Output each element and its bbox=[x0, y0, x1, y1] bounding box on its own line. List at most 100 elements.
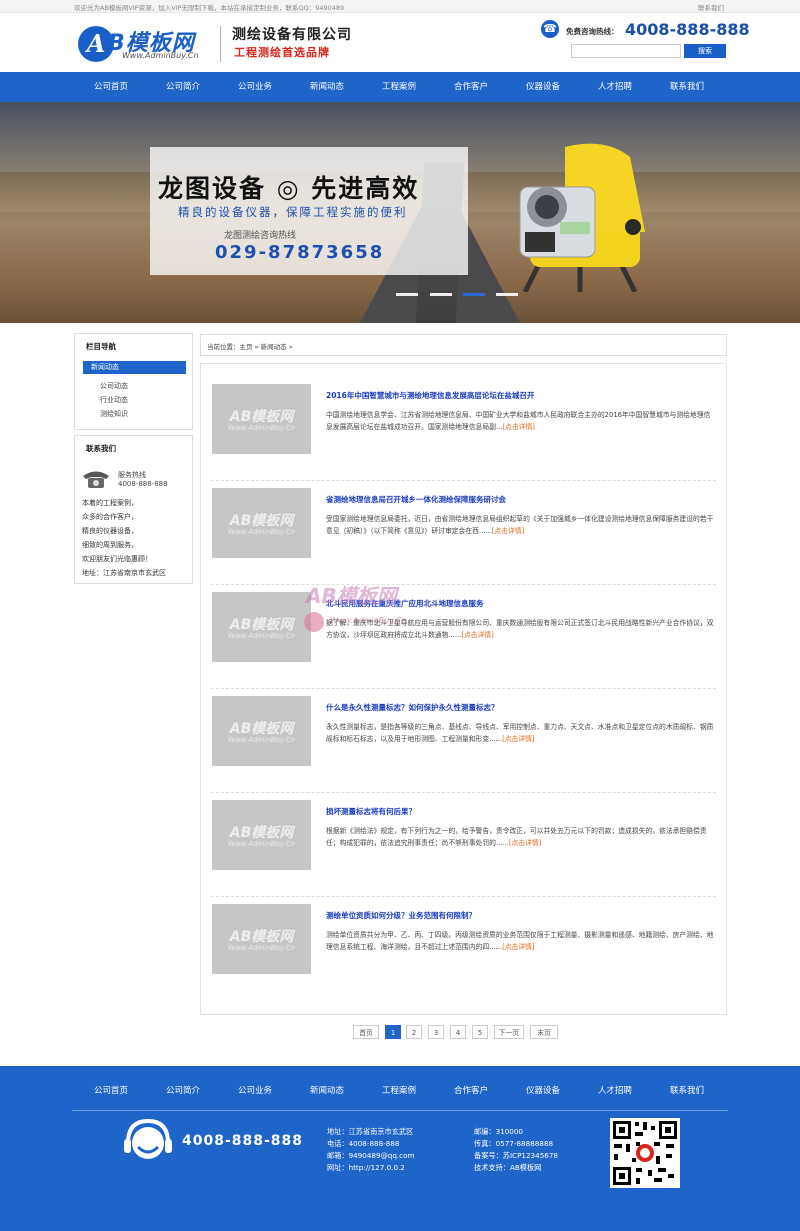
article-thumbnail[interactable]: AB模板网 Www.AdminBuy.Cn bbox=[212, 800, 311, 870]
breadcrumb-text[interactable]: 当前位置：主页 » 新闻动态 » bbox=[207, 341, 293, 351]
banner-slider[interactable]: 龙图设备 ◎ 先进高效 精良的设备仪器，保障工程实施的便利 龙图测绘咨询热线 0… bbox=[0, 102, 800, 323]
contact-line: 精良的仪器设备， bbox=[82, 527, 138, 535]
banner-title: 龙图设备 ◎ 先进高效 bbox=[158, 174, 420, 203]
footer-email[interactable]: 邮箱：9490489@qq.com bbox=[327, 1151, 415, 1161]
nav-contact[interactable]: 联系我们 bbox=[651, 72, 723, 102]
footer-icp[interactable]: 备案号：苏ICP12345678 bbox=[474, 1151, 558, 1161]
article-title[interactable]: 损坏测量标志将有何后果？ bbox=[326, 806, 416, 817]
contact-us-link[interactable]: 联系我们 bbox=[698, 2, 724, 12]
footer-divider bbox=[72, 1110, 728, 1111]
sidebar-nav-title: 栏目导航 bbox=[86, 342, 116, 351]
page-4[interactable]: 4 bbox=[450, 1025, 466, 1039]
read-more-link[interactable]: [点击详情] bbox=[502, 423, 535, 431]
article-list: AB模板网 Www.AdminBuy.Cn 2016年中国智慧城市与测绘地理信息发… bbox=[200, 363, 727, 1015]
slide-dot-1[interactable] bbox=[396, 293, 418, 296]
watermark-mark bbox=[304, 612, 324, 632]
slide-dot-4[interactable] bbox=[496, 293, 518, 296]
page-3[interactable]: 3 bbox=[428, 1025, 444, 1039]
footer-website[interactable]: 网址：http://127.0.0.2 bbox=[327, 1163, 405, 1173]
article-title[interactable]: 什么是永久性测量标志？如何保护永久性测量标志？ bbox=[326, 702, 499, 713]
welcome-text: 欢迎光为AB模板网VIP资源，加入VIP无限制下载，本站在承接定制业务，联系QQ… bbox=[74, 4, 345, 12]
list-item: AB模板网 Www.AdminBuy.Cn 北斗民用服务在重庆推广应用北斗地理信息… bbox=[211, 572, 716, 689]
article-summary: 中国测绘地理信息学会、江苏省测绘地理信息局、中国矿业大学和盐城市人民政府联合主办… bbox=[326, 411, 711, 431]
article-title[interactable]: 2016年中国智慧城市与测绘地理信息发展高层论坛在盐城召开 bbox=[326, 390, 534, 401]
contact-line: 欢迎朋友们光临惠顾！ bbox=[82, 555, 152, 563]
banner-subtitle: 精良的设备仪器，保障工程实施的便利 bbox=[178, 205, 408, 219]
page-2[interactable]: 2 bbox=[406, 1025, 422, 1039]
footer-address: 地址：江苏省南京市玄武区 bbox=[327, 1127, 414, 1136]
sidebar-item-news[interactable]: 新闻动态 bbox=[83, 361, 186, 374]
company-name: 测绘设备有限公司 bbox=[232, 27, 352, 43]
top-bar: 欢迎光为AB模板网VIP资源，加入VIP无限制下载，本站在承接定制业务，联系QQ… bbox=[0, 0, 800, 13]
sidebar-item-industry-news[interactable]: 行业动态 bbox=[100, 395, 128, 405]
read-more-link[interactable]: [点击详情] bbox=[509, 839, 542, 847]
banner-hotline-label: 龙图测绘咨询热线 bbox=[224, 231, 297, 241]
search-input[interactable] bbox=[571, 44, 681, 58]
page-1[interactable]: 1 bbox=[385, 1025, 401, 1039]
list-item: AB模板网 Www.AdminBuy.Cn 什么是永久性测量标志？如何保护永久性测… bbox=[211, 676, 716, 793]
watermark-logo: AB模板网 bbox=[306, 584, 397, 608]
main-nav: 公司首页 公司简介 公司业务 新闻动态 工程案例 合作客户 仪器设备 人才招聘 … bbox=[0, 72, 800, 102]
nav-about[interactable]: 公司简介 bbox=[147, 72, 219, 102]
page-5[interactable]: 5 bbox=[472, 1025, 488, 1039]
article-title[interactable]: 省测绘地理信息局召开城乡一体化测绘保障服务研讨会 bbox=[326, 494, 506, 505]
slide-dot-3[interactable] bbox=[463, 293, 485, 296]
read-more-link[interactable]: [点击详情] bbox=[492, 527, 525, 535]
article-thumbnail[interactable]: AB模板网 Www.AdminBuy.Cn bbox=[212, 384, 311, 454]
qr-code-image bbox=[610, 1118, 680, 1188]
company-slogan: 工程测绘首选品牌 bbox=[234, 46, 330, 59]
nav-business[interactable]: 公司业务 bbox=[219, 72, 291, 102]
sidebar-item-survey-knowledge[interactable]: 测绘知识 bbox=[100, 409, 128, 419]
slide-dot-2[interactable] bbox=[430, 293, 452, 296]
nav-jobs[interactable]: 人才招聘 bbox=[579, 72, 651, 102]
article-thumbnail[interactable]: AB模板网 Www.AdminBuy.Cn bbox=[212, 696, 311, 766]
footer-nav-home[interactable]: 公司首页 bbox=[75, 1084, 147, 1096]
footer-nav-jobs[interactable]: 人才招聘 bbox=[579, 1084, 651, 1096]
hotline-number: 4008-888-888 bbox=[625, 20, 750, 39]
article-summary: 根据新《测绘法》规定，有下列行为之一的，给予警告，责令改正，可以并处五万元以下的… bbox=[326, 827, 707, 847]
contact-line: 本着的工程案例， bbox=[82, 499, 138, 507]
footer-nav-equipment[interactable]: 仪器设备 bbox=[507, 1084, 579, 1096]
nav-home[interactable]: 公司首页 bbox=[75, 72, 147, 102]
article-title[interactable]: 测绘单位资质如何分级？业务范围有何限制？ bbox=[326, 910, 476, 921]
breadcrumb: 当前位置：主页 » 新闻动态 » bbox=[200, 334, 727, 356]
footer-postcode: 邮编：310000 bbox=[474, 1127, 524, 1136]
sidebar-item-company-news[interactable]: 公司动态 bbox=[100, 381, 128, 391]
contact-line: 细致的周到服务， bbox=[82, 541, 138, 549]
article-thumbnail[interactable]: AB模板网 Www.AdminBuy.Cn bbox=[212, 592, 311, 662]
sidebar-contact-title: 联系我们 bbox=[86, 444, 116, 453]
page-last[interactable]: 末页 bbox=[530, 1025, 558, 1039]
read-more-link[interactable]: [点击详情] bbox=[461, 631, 494, 639]
footer-nav-about[interactable]: 公司简介 bbox=[147, 1084, 219, 1096]
contact-line: 众多的合作客户， bbox=[82, 513, 138, 521]
footer-nav-contact[interactable]: 联系我们 bbox=[651, 1084, 723, 1096]
list-item: AB模板网 Www.AdminBuy.Cn 2016年中国智慧城市与测绘地理信息发… bbox=[211, 364, 716, 481]
footer-nav-business[interactable]: 公司业务 bbox=[219, 1084, 291, 1096]
footer-nav-cases[interactable]: 工程案例 bbox=[363, 1084, 435, 1096]
list-item: AB模板网 Www.AdminBuy.Cn 省测绘地理信息局召开城乡一体化测绘保障… bbox=[211, 468, 716, 585]
article-thumbnail[interactable]: AB模板网 Www.AdminBuy.Cn bbox=[212, 488, 311, 558]
watermark-url: Www.AdminBuy.Cn bbox=[330, 616, 407, 625]
sidebar-contact-panel: 联系我们 服务热线 4008-888-888 本着的工程案例， 众多的合作客户，… bbox=[74, 435, 193, 584]
search-button[interactable]: 搜索 bbox=[684, 44, 726, 58]
list-item: AB模板网 Www.AdminBuy.Cn 测绘单位资质如何分级？业务范围有何限制… bbox=[211, 884, 716, 988]
nav-equipment[interactable]: 仪器设备 bbox=[507, 72, 579, 102]
article-thumbnail[interactable]: AB模板网 Www.AdminBuy.Cn bbox=[212, 904, 311, 974]
page-first[interactable]: 首页 bbox=[353, 1025, 379, 1039]
footer-tel: 电话：4008-888-888 bbox=[327, 1139, 400, 1148]
read-more-link[interactable]: [点击详情] bbox=[502, 735, 535, 743]
footer-nav-news[interactable]: 新闻动态 bbox=[291, 1084, 363, 1096]
nav-clients[interactable]: 合作客户 bbox=[435, 72, 507, 102]
banner-phone: 029-87873658 bbox=[215, 242, 385, 263]
read-more-link[interactable]: [点击详情] bbox=[502, 943, 535, 951]
nav-cases[interactable]: 工程案例 bbox=[363, 72, 435, 102]
footer-nav-clients[interactable]: 合作客户 bbox=[435, 1084, 507, 1096]
footer-phone: 4008-888-888 bbox=[182, 1133, 304, 1149]
logo-url: Www.AdminBuy.Cn bbox=[122, 51, 199, 60]
footer-fax: 传真：0577-88888888 bbox=[474, 1139, 554, 1148]
footer-tech-support[interactable]: 技术支持：AB模板网 bbox=[474, 1163, 541, 1173]
telephone-icon bbox=[83, 471, 109, 488]
customer-service-icon bbox=[124, 1118, 172, 1159]
page-next[interactable]: 下一页 bbox=[494, 1025, 524, 1039]
nav-news[interactable]: 新闻动态 bbox=[291, 72, 363, 102]
